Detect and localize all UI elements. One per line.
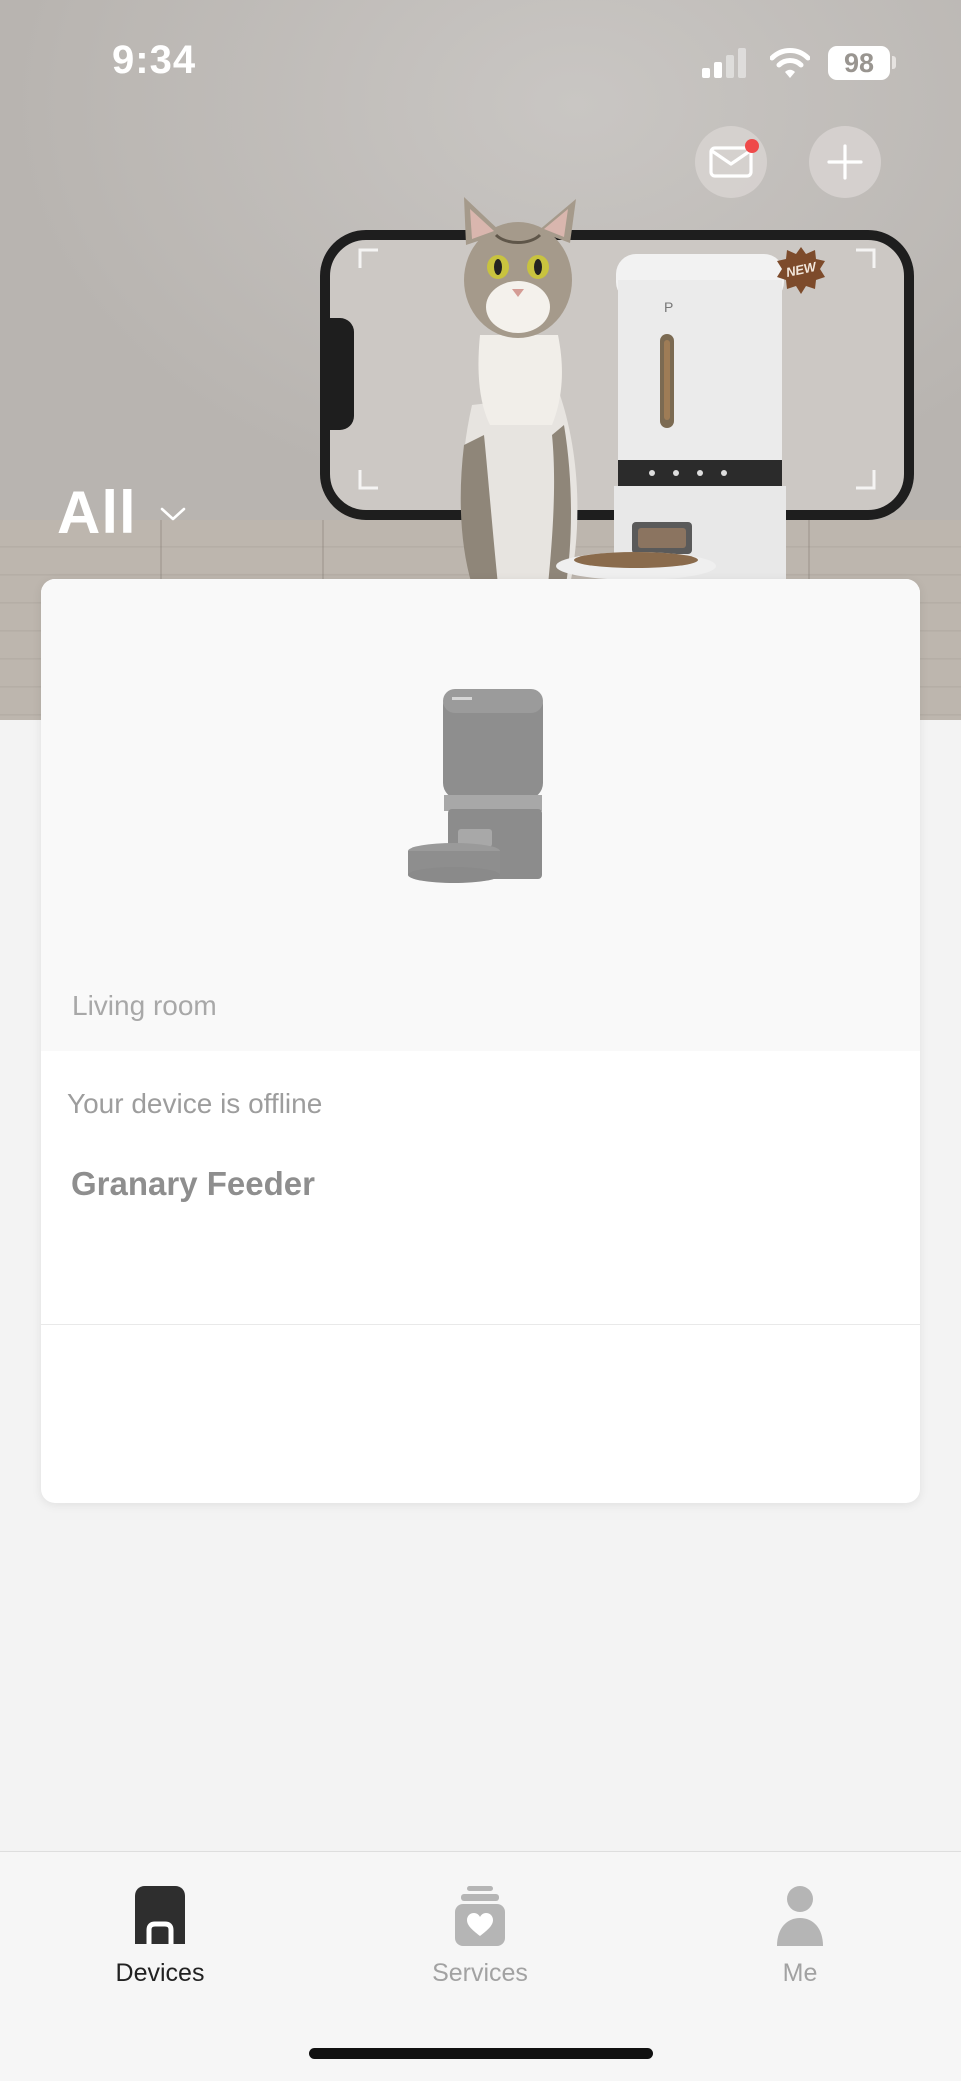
nav-devices-label: Devices (115, 1959, 205, 1987)
nav-services-label: Services (432, 1959, 528, 1987)
nav-me-label: Me (782, 1959, 818, 1987)
notification-dot (745, 139, 759, 153)
cellular-signal-icon (702, 48, 746, 78)
home-indicator[interactable] (309, 2048, 653, 2059)
nav-devices[interactable]: Devices (60, 1852, 260, 2012)
card-divider (41, 1324, 920, 1325)
nav-me[interactable]: Me (700, 1852, 900, 2012)
battery-level: 98 (828, 46, 890, 80)
device-room: Living room (72, 990, 217, 1021)
battery-icon (892, 56, 896, 69)
messages-button[interactable] (695, 126, 767, 198)
device-filter-dropdown[interactable]: All (57, 478, 137, 547)
status-time: 9:34 (112, 38, 197, 82)
bottom-nav: Devices Services Me (0, 1851, 961, 2081)
device-card[interactable]: Living room Your device is offline Grana… (41, 579, 920, 1503)
device-name: Granary Feeder (71, 1165, 315, 1202)
feeder-illustration: P (556, 254, 786, 580)
wifi-icon (770, 48, 810, 78)
plus-icon (827, 144, 863, 180)
chevron-down-icon[interactable] (158, 504, 188, 524)
new-badge: NEW (776, 246, 826, 296)
granary-feeder-image (408, 689, 543, 883)
devices-icon (135, 1886, 185, 1944)
profile-icon (777, 1886, 823, 1946)
phone-notch (330, 318, 354, 430)
svg-text:P: P (664, 299, 673, 315)
services-icon (455, 1886, 505, 1946)
add-device-button[interactable] (809, 126, 881, 198)
nav-services[interactable]: Services (380, 1852, 580, 2012)
device-status: Your device is offline (67, 1088, 323, 1119)
